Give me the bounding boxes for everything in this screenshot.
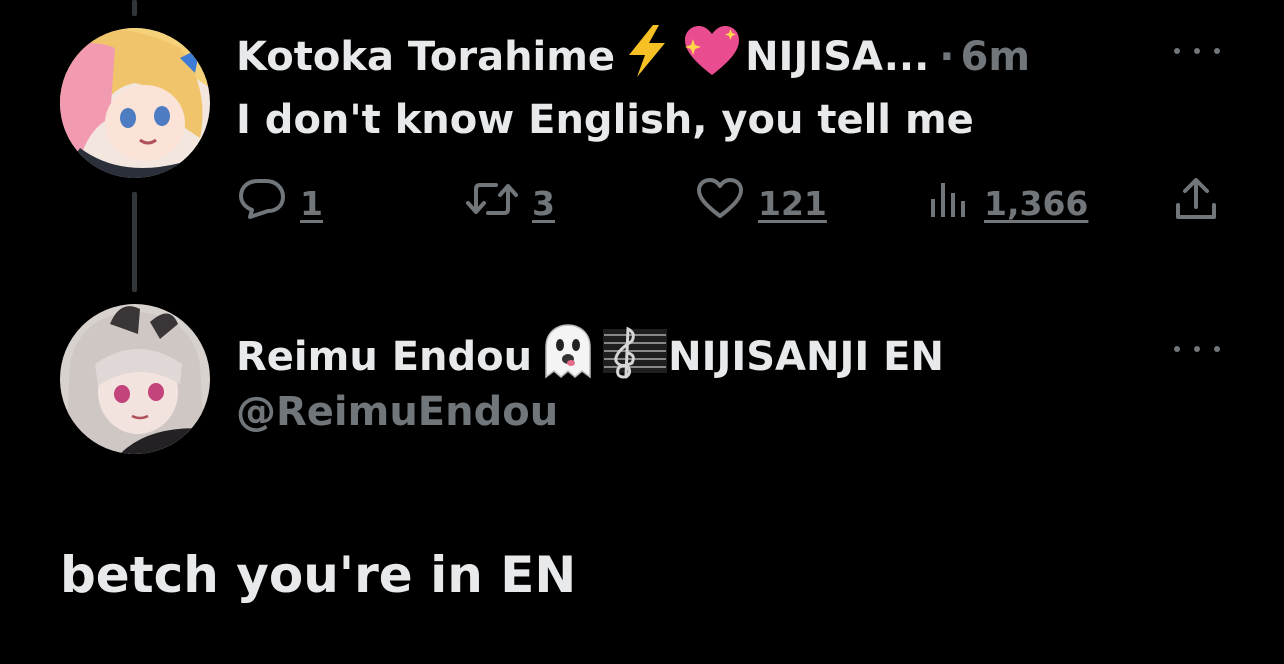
parent-timestamp[interactable]: 6m [960,32,1030,82]
thread-line-bottom [132,192,137,292]
views-icon [928,179,970,227]
retweet-button[interactable]: 3 [466,178,555,228]
like-count[interactable]: 121 [758,184,827,223]
like-button[interactable]: 121 [696,178,827,228]
avatar-kotoka[interactable] [60,28,210,178]
musical-score-emoji [602,323,668,391]
reply-name-suffix[interactable]: NIJISANJI EN [668,332,944,382]
reply-button[interactable]: 1 [238,178,323,228]
reply-count[interactable]: 1 [300,184,323,223]
parent-name-row: Kotoka Torahime NIJISA... · 6m [236,25,1030,89]
reply-name-row: Reimu Endou NIJISANJI EN [236,323,944,391]
sparkling-heart-emoji [683,25,741,89]
reply-more-icon[interactable] [1174,334,1220,364]
reply-display-name[interactable]: Reimu Endou [236,332,532,382]
retweet-count[interactable]: 3 [532,184,555,223]
parent-separator: · [939,34,955,80]
ghost-emoji [538,323,598,391]
views-button[interactable]: 1,366 [928,178,1088,228]
views-count[interactable]: 1,366 [984,184,1088,223]
parent-name-suffix[interactable]: NIJISA... [745,32,929,82]
lightning-emoji [625,25,669,89]
reply-tweet-text: betch you're in EN [60,546,577,604]
parent-tweet-text: I don't know English, you tell me [236,97,974,143]
reply-icon [238,178,286,228]
share-button[interactable] [1174,178,1218,228]
retweet-icon [466,179,518,227]
parent-display-name[interactable]: Kotoka Torahime [236,32,615,82]
reply-handle[interactable]: @ReimuEndou [236,387,558,437]
share-icon [1174,177,1218,229]
heart-icon [696,178,744,228]
more-icon[interactable] [1174,36,1220,66]
avatar-reimu[interactable] [60,304,210,454]
thread-line-top [132,0,137,16]
